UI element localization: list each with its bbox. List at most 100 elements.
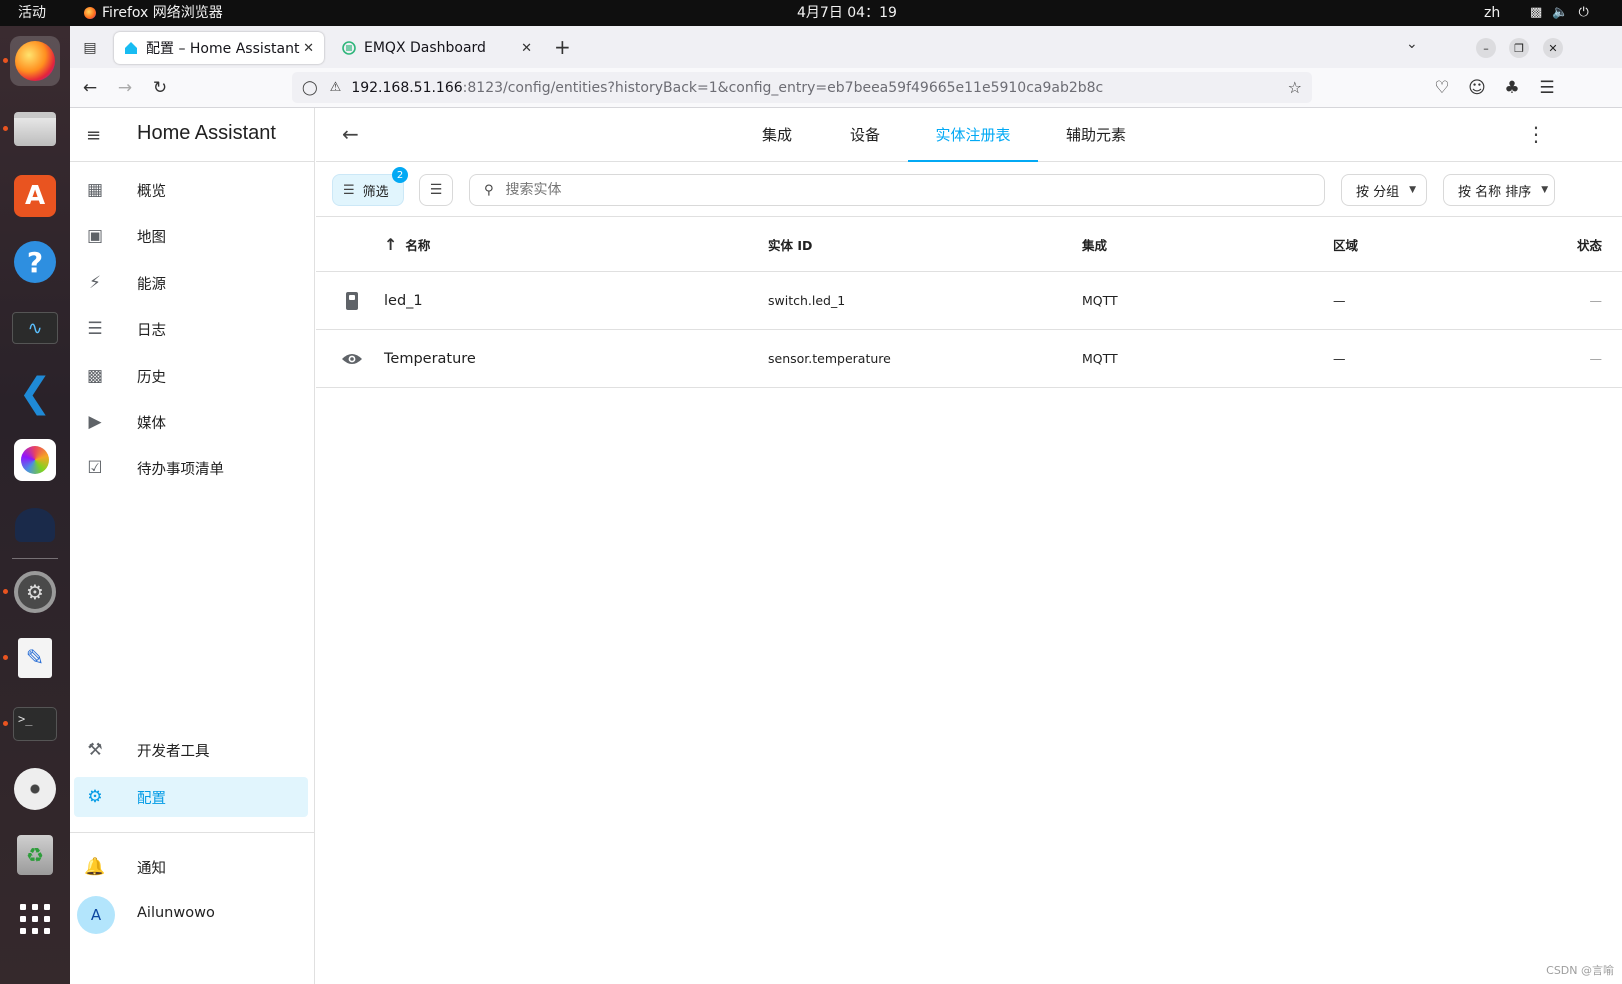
pocket-icon[interactable]: ♡ xyxy=(1430,76,1454,100)
sidebar-item-energy[interactable]: ⚡ 能源 xyxy=(74,263,308,303)
extensions-icon[interactable]: ♣ xyxy=(1500,76,1524,100)
dock-cat-app[interactable] xyxy=(10,500,60,550)
cat-app-icon xyxy=(15,508,55,542)
dock-show-apps[interactable] xyxy=(10,894,60,944)
dock-trash[interactable]: ♻ xyxy=(10,830,60,880)
tab-emqx[interactable]: EMQX Dashboard ✕ xyxy=(332,32,542,64)
close-tab-icon[interactable]: ✕ xyxy=(303,41,314,56)
column-header-entity-id[interactable]: 实体 ID xyxy=(768,218,812,271)
more-vert-icon[interactable]: ⋮ xyxy=(1526,122,1546,146)
tab-integrations[interactable]: 集成 xyxy=(748,108,806,162)
forward-icon[interactable]: → xyxy=(113,76,137,100)
tab-list-button[interactable]: ▤ xyxy=(76,34,104,62)
chevron-down-icon[interactable]: ⌄ xyxy=(1406,36,1418,52)
avatar[interactable]: A xyxy=(77,896,115,934)
url-text[interactable]: 192.168.51.166:8123/config/entities?hist… xyxy=(351,80,1103,96)
sidebar-item-developer-tools[interactable]: ⚒ 开发者工具 xyxy=(74,730,308,770)
dashboard-icon: ▦ xyxy=(86,180,104,200)
url-path: :8123/config/entities?historyBack=1&conf… xyxy=(462,79,1104,96)
entity-name: led_1 xyxy=(384,292,423,309)
search-input[interactable] xyxy=(505,182,1286,198)
sidebar-item-label: 概览 xyxy=(137,183,166,200)
table-row[interactable]: Temperature sensor.temperature MQTT — — xyxy=(316,330,1622,388)
switch-icon xyxy=(340,272,364,329)
sort-by-dropdown[interactable]: 按 名称 排序 ▼ xyxy=(1443,174,1555,206)
help-icon: ? xyxy=(14,241,56,283)
dock-image-editor[interactable] xyxy=(10,435,60,485)
dock-vscode[interactable]: ❮ xyxy=(10,368,60,418)
image-editor-icon xyxy=(14,439,56,481)
eye-icon xyxy=(340,330,364,387)
media-icon: ▶ xyxy=(88,412,102,432)
activities-button[interactable]: 活动 xyxy=(18,0,46,26)
user-name[interactable]: Ailunwowo xyxy=(137,905,215,921)
dock-terminal[interactable]: >_ xyxy=(3,699,60,749)
watermark: CSDN @言喻 xyxy=(1546,964,1614,977)
column-header-name[interactable]: ↑ 名称 xyxy=(384,218,430,271)
sidebar-item-settings[interactable]: ⚙ 配置 xyxy=(74,777,308,817)
minimize-icon[interactable]: – xyxy=(1476,38,1496,58)
network-icon: ▩ xyxy=(1530,5,1543,20)
table-header: ↑ 名称 实体 ID 集成 区域 状态 xyxy=(316,218,1622,272)
close-window-icon[interactable]: ✕ xyxy=(1543,38,1563,58)
search-field[interactable]: ⚲ xyxy=(469,174,1325,206)
entity-id: switch.led_1 xyxy=(768,293,846,308)
group-by-label: 按 分组 xyxy=(1356,184,1400,200)
sidebar-divider xyxy=(70,832,315,833)
bookmark-star-icon[interactable]: ☆ xyxy=(1288,78,1302,97)
restore-icon[interactable]: ❐ xyxy=(1509,38,1529,58)
entity-area: — xyxy=(1333,293,1346,308)
history-icon: ▩ xyxy=(86,366,104,386)
dock-text-editor[interactable]: ✎ xyxy=(3,633,60,683)
trash-icon: ♻ xyxy=(17,835,53,875)
tab-helpers[interactable]: 辅助元素 xyxy=(1058,108,1134,162)
dock-files[interactable] xyxy=(3,104,60,154)
new-tab-icon[interactable]: + xyxy=(554,36,571,58)
clock[interactable]: 4月7日 04：19 xyxy=(797,0,897,26)
url-bar[interactable]: ◯ ⚠ 192.168.51.166:8123/config/entities?… xyxy=(292,72,1312,103)
sidebar: ≡ Home Assistant ▦ 概览 ▣ 地图 ⚡ 能源 ☰ 日志 ▩ 历… xyxy=(70,108,315,984)
dock-settings[interactable]: ⚙ xyxy=(3,567,60,617)
column-header-area[interactable]: 区域 xyxy=(1333,218,1358,271)
reload-icon[interactable]: ↻ xyxy=(148,76,172,100)
entity-status: — xyxy=(1589,293,1603,308)
menu-collapse-icon[interactable]: ≡ xyxy=(86,125,101,146)
system-tray[interactable]: ▩ 🔈 ⏻ xyxy=(1530,0,1589,26)
entity-status: — xyxy=(1589,351,1603,366)
column-header-integration[interactable]: 集成 xyxy=(1082,218,1107,271)
dock-dvd[interactable] xyxy=(10,764,60,814)
dock-app-center[interactable]: A xyxy=(10,171,60,221)
back-icon[interactable]: ← xyxy=(78,76,102,100)
sidebar-item-history[interactable]: ▩ 历史 xyxy=(74,356,308,396)
sidebar-item-label: 地图 xyxy=(137,229,166,246)
account-icon[interactable]: ☺ xyxy=(1465,76,1489,100)
app-menu[interactable]: Firefox 网络浏览器 xyxy=(84,0,223,26)
system-top-bar: 活动 Firefox 网络浏览器 4月7日 04：19 zh ▩ 🔈 ⏻ xyxy=(0,0,1622,26)
insecure-lock-icon[interactable]: ⚠ xyxy=(330,80,342,95)
sidebar-item-todo[interactable]: ☑ 待办事项清单 xyxy=(74,448,308,488)
dock-system-monitor[interactable]: ∿ xyxy=(10,303,60,353)
selection-mode-button[interactable]: ☰ xyxy=(419,174,453,206)
column-header-status[interactable]: 状态 xyxy=(1526,218,1602,271)
tab-devices[interactable]: 设备 xyxy=(836,108,894,162)
sidebar-item-logbook[interactable]: ☰ 日志 xyxy=(74,309,308,349)
sidebar-item-map[interactable]: ▣ 地图 xyxy=(74,216,308,256)
back-arrow-icon[interactable]: ← xyxy=(342,122,359,146)
table-row[interactable]: led_1 switch.led_1 MQTT — — xyxy=(316,272,1622,330)
group-by-dropdown[interactable]: 按 分组 ▼ xyxy=(1341,174,1427,206)
dock: A ? ∿ ❮ ⚙ ✎ >_ ♻ xyxy=(0,26,70,984)
hamburger-menu-icon[interactable]: ☰ xyxy=(1535,76,1559,100)
navigation-bar: ← → ↻ ◯ ⚠ 192.168.51.166:8123/config/ent… xyxy=(70,68,1622,108)
shield-icon[interactable]: ◯ xyxy=(302,80,318,96)
sidebar-item-media[interactable]: ▶ 媒体 xyxy=(74,402,308,442)
input-language[interactable]: zh xyxy=(1484,0,1500,26)
sidebar-item-notifications[interactable]: 🔔 通知 xyxy=(74,847,308,887)
dock-help[interactable]: ? xyxy=(10,237,60,287)
terminal-icon: >_ xyxy=(13,707,57,741)
cog-icon: ⚙ xyxy=(87,787,103,807)
tab-entities[interactable]: 实体注册表 xyxy=(908,108,1038,162)
tab-home-assistant[interactable]: 配置 – Home Assistant ✕ xyxy=(114,32,324,64)
sidebar-item-overview[interactable]: ▦ 概览 xyxy=(74,170,308,210)
close-tab-icon[interactable]: ✕ xyxy=(521,41,532,56)
dock-firefox[interactable] xyxy=(3,36,60,86)
